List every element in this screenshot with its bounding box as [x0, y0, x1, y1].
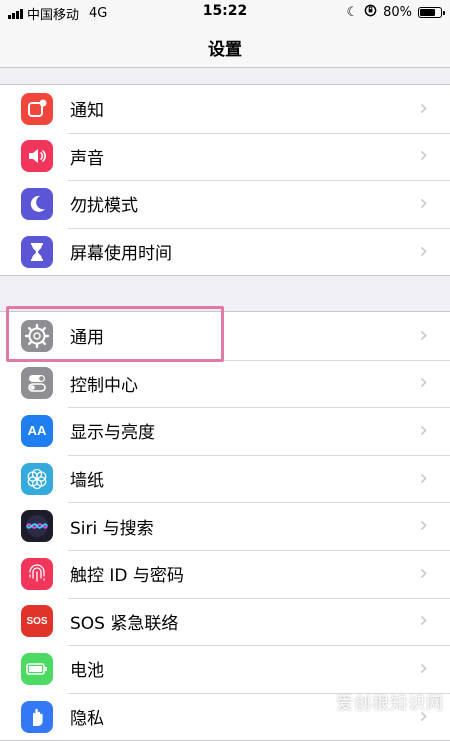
settings-row-label: Siri 与搜索 — [70, 518, 154, 539]
settings-row-label: SOS 紧急联络 — [70, 613, 179, 634]
settings-row-control-center[interactable]: 控制中心 › — [0, 359, 450, 408]
chevron-right-icon: › — [419, 238, 428, 264]
settings-row-label: 触控 ID 与密码 — [70, 566, 184, 587]
battery-icon — [21, 652, 53, 685]
settings-row-label: 声音 — [70, 148, 104, 169]
settings-row-label: 墙纸 — [70, 471, 104, 492]
settings-row-general[interactable]: 通用 › — [0, 312, 450, 360]
moon-status-icon: ☾ — [346, 5, 359, 20]
watermark: 爱创根知识网 — [336, 694, 444, 714]
battery-icon — [418, 7, 445, 18]
settings-row-label: 勿扰模式 — [70, 196, 138, 217]
chevron-right-icon: › — [419, 143, 428, 169]
hand-icon — [21, 700, 53, 733]
settings-row-label: 控制中心 — [70, 375, 138, 396]
settings-row-label: 电池 — [70, 661, 104, 682]
settings-row-display[interactable]: AA 显示与亮度 › — [0, 407, 450, 455]
settings-row-sounds[interactable]: 声音 › — [0, 132, 450, 181]
chevron-right-icon: › — [419, 322, 428, 348]
settings-row-label: 通用 — [70, 328, 104, 349]
moon-icon — [21, 187, 53, 220]
display-aa-icon: AA — [21, 414, 53, 447]
notification-icon — [21, 92, 53, 125]
chevron-right-icon: › — [419, 655, 428, 681]
hourglass-icon — [21, 235, 53, 268]
status-right: ☾ 80% — [346, 4, 445, 21]
chevron-right-icon: › — [419, 95, 428, 121]
settings-row-screen-time[interactable]: 屏幕使用时间 › — [0, 227, 450, 276]
speaker-icon — [21, 140, 53, 173]
settings-row-siri[interactable]: Siri 与搜索 › — [0, 502, 450, 550]
settings-group-notifications: 通知 › 声音 › 勿扰模式 › 屏幕使用时间 › — [0, 84, 450, 276]
settings-row-touch-id[interactable]: 触控 ID 与密码 › — [0, 549, 450, 598]
status-bar: 中国移动 4G 15:22 ☾ 80% — [0, 0, 450, 24]
siri-icon — [21, 510, 53, 543]
fingerprint-icon — [21, 557, 53, 590]
settings-row-notifications[interactable]: 通知 › — [0, 85, 450, 133]
chevron-right-icon: › — [419, 465, 428, 491]
toggles-icon — [21, 367, 53, 400]
battery-percent: 80% — [383, 5, 412, 20]
chevron-right-icon: › — [419, 370, 428, 396]
settings-row-battery[interactable]: 电池 › — [0, 645, 450, 693]
gear-icon — [21, 319, 53, 352]
sos-icon: SOS — [21, 605, 53, 638]
settings-row-label: 屏幕使用时间 — [70, 244, 172, 265]
settings-row-label: 显示与亮度 — [70, 423, 155, 444]
settings-row-label: 通知 — [70, 101, 104, 122]
chevron-right-icon: › — [419, 560, 428, 586]
settings-row-wallpaper[interactable]: 墙纸 › — [0, 454, 450, 503]
chevron-right-icon: › — [419, 417, 428, 443]
settings-group-general: 通用 › 控制中心 › AA 显示与亮度 › 墙纸 › Siri 与搜索 › 触… — [0, 311, 450, 741]
flower-icon — [21, 462, 53, 495]
rotation-lock-icon — [364, 4, 377, 21]
settings-row-emergency-sos[interactable]: SOS SOS 紧急联络 › — [0, 597, 450, 646]
chevron-right-icon: › — [419, 608, 428, 634]
navigation-bar: 设置 — [0, 24, 450, 68]
page-title: 设置 — [208, 40, 242, 60]
chevron-right-icon: › — [419, 513, 428, 539]
chevron-right-icon: › — [419, 190, 428, 216]
settings-row-do-not-disturb[interactable]: 勿扰模式 › — [0, 180, 450, 228]
